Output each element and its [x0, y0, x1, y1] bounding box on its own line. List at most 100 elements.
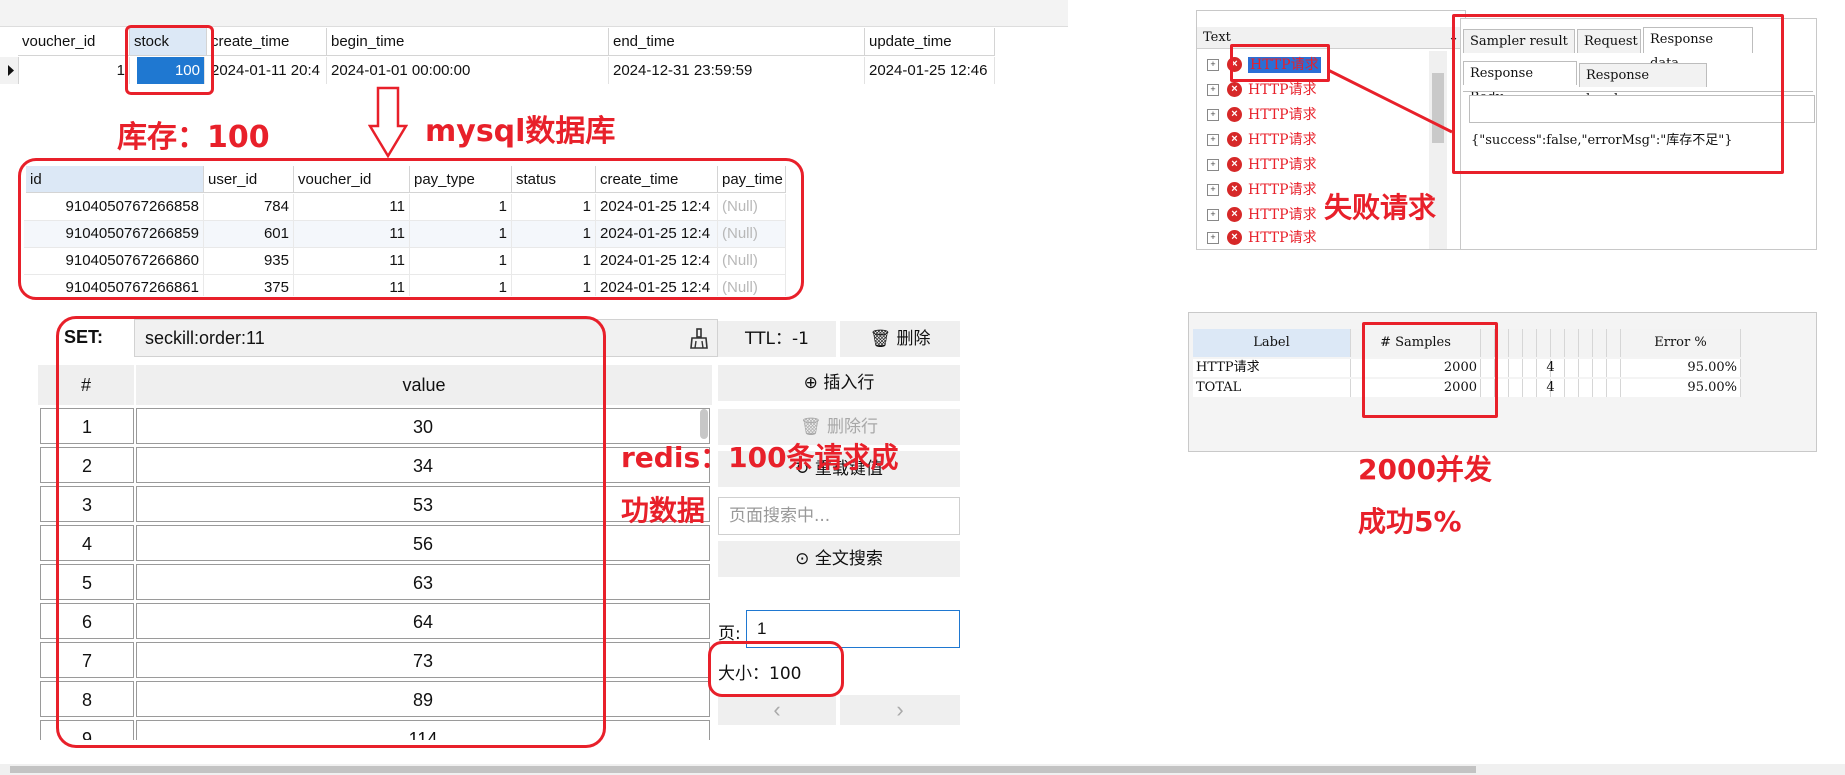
row-samples[interactable]: 2000 [1351, 379, 1481, 397]
cell-status[interactable]: 1 [512, 248, 596, 274]
expand-icon[interactable]: + [1207, 208, 1219, 221]
expand-icon[interactable]: + [1207, 108, 1219, 121]
list-item[interactable]: 8 89 [38, 681, 712, 719]
cell-user-id[interactable]: 935 [204, 248, 294, 274]
col-samples[interactable]: # Samples [1351, 329, 1481, 357]
cell-pay-time[interactable]: (Null) [718, 194, 786, 220]
col-create-time[interactable]: create_time [596, 166, 718, 193]
cell-voucher-id[interactable]: 1 [18, 57, 130, 84]
tree-item-http[interactable]: + × HTTP请求 [1207, 77, 1317, 101]
broom-icon[interactable] [689, 328, 709, 350]
table-row[interactable]: 9104050767266858 784 11 1 1 2024-01-25 1… [24, 194, 786, 221]
row-value[interactable]: 63 [136, 564, 710, 600]
tree-item-http[interactable]: + × HTTP请求 [1207, 177, 1317, 201]
tree-item-http[interactable]: + × HTTP请求 [1207, 102, 1317, 126]
tab-response-body[interactable]: Response Body [1463, 61, 1577, 105]
cell-begin-time[interactable]: 2024-01-01 00:00:00 [327, 57, 609, 84]
table-row[interactable]: 9104050767266861 375 11 1 1 2024-01-25 1… [24, 275, 786, 296]
row-label[interactable]: TOTAL [1193, 379, 1351, 397]
cell-id[interactable]: 9104050767266860 [26, 248, 204, 274]
horizontal-scrollbar[interactable] [0, 764, 1845, 775]
tree-item-http[interactable]: + × HTTP请求 [1207, 202, 1317, 226]
cell-pay-type[interactable]: 1 [410, 221, 512, 247]
response-search-field[interactable] [1469, 95, 1815, 123]
expand-icon[interactable]: + [1207, 58, 1219, 71]
tree-item-http[interactable]: + × HTTP请求 [1207, 52, 1321, 76]
col-collapsed-group[interactable] [1481, 329, 1621, 357]
tab-sampler-result[interactable]: Sampler result [1463, 29, 1575, 53]
list-item[interactable]: 7 73 [38, 642, 712, 680]
list-item[interactable]: 2 34 [38, 447, 712, 485]
delete-key-button[interactable]: 🗑 删除 [840, 321, 960, 357]
row-label[interactable]: HTTP请求 [1193, 359, 1351, 377]
cell-status[interactable]: 1 [512, 275, 596, 296]
col-pay-time[interactable]: pay_time [718, 166, 786, 193]
row-mid[interactable]: 4 [1481, 379, 1621, 397]
scrollbar-thumb[interactable] [10, 766, 1476, 773]
col-create-time[interactable]: create_time [207, 28, 327, 56]
cell-voucher-id[interactable]: 11 [294, 221, 410, 247]
cell-user-id[interactable]: 375 [204, 275, 294, 296]
list-item[interactable]: 9 114 [38, 720, 712, 740]
cell-update-time[interactable]: 2024-01-25 12:46 [865, 57, 995, 84]
fulltext-search-button[interactable]: ⊙ 全文搜索 [718, 541, 960, 577]
cell-create-time[interactable]: 2024-01-11 20:4 [207, 57, 327, 84]
cell-voucher-id[interactable]: 11 [294, 275, 410, 296]
cell-status[interactable]: 1 [512, 194, 596, 220]
table-row[interactable]: 9104050767266860 935 11 1 1 2024-01-25 1… [24, 248, 786, 275]
page-input[interactable]: 1 [746, 610, 960, 648]
col-label[interactable]: Label [1193, 329, 1351, 357]
cell-create-time[interactable]: 2024-01-25 12:4 [596, 275, 718, 296]
cell-id[interactable]: 9104050767266858 [26, 194, 204, 220]
row-value[interactable]: 56 [136, 525, 710, 561]
col-end-time[interactable]: end_time [609, 28, 865, 56]
cell-pay-type[interactable]: 1 [410, 248, 512, 274]
tab-response-data[interactable]: Response data [1643, 27, 1753, 71]
tree-item-http[interactable]: + × HTTP请求 [1207, 152, 1317, 176]
scrollbar-thumb[interactable] [700, 409, 708, 439]
expand-icon[interactable]: + [1207, 133, 1219, 146]
col-voucher-id[interactable]: voucher_id [294, 166, 410, 193]
col-user-id[interactable]: user_id [204, 166, 294, 193]
cell-pay-type[interactable]: 1 [410, 275, 512, 296]
row-value[interactable]: 73 [136, 642, 710, 678]
expand-icon[interactable]: + [1207, 83, 1219, 96]
list-item[interactable]: 1 30 [38, 408, 712, 446]
col-pay-type[interactable]: pay_type [410, 166, 512, 193]
expand-icon[interactable]: + [1207, 231, 1219, 244]
cell-id[interactable]: 9104050767266861 [26, 275, 204, 296]
next-page-button[interactable]: › [840, 695, 960, 725]
row-value[interactable]: 64 [136, 603, 710, 639]
tree-item-http[interactable]: + × HTTP请求 [1207, 225, 1317, 249]
insert-row-button[interactable]: ⊕ 插入行 [718, 365, 960, 401]
cell-stock[interactable]: 100 [137, 57, 205, 84]
row-error[interactable]: 95.00% [1621, 379, 1741, 397]
prev-page-button[interactable]: ‹ [718, 695, 836, 725]
cell-pay-time[interactable]: (Null) [718, 221, 786, 247]
list-item[interactable]: 4 56 [38, 525, 712, 563]
chevron-down-icon[interactable]: ⌄ [1448, 27, 1459, 49]
list-item[interactable]: 6 64 [38, 603, 712, 641]
cell-end-time[interactable]: 2024-12-31 23:59:59 [609, 57, 865, 84]
cell-voucher-id[interactable]: 11 [294, 248, 410, 274]
col-update-time[interactable]: update_time [865, 28, 995, 56]
col-error[interactable]: Error % [1621, 329, 1741, 357]
row-value[interactable]: 114 [136, 720, 710, 740]
key-field[interactable]: seckill:order:11 [134, 319, 718, 357]
row-value[interactable]: 89 [136, 681, 710, 717]
tab-response-headers[interactable]: Response headers [1579, 63, 1707, 107]
row-selector[interactable] [0, 57, 19, 84]
table-row[interactable]: 9104050767266859 601 11 1 1 2024-01-25 1… [24, 221, 786, 248]
cell-pay-time[interactable]: (Null) [718, 275, 786, 296]
page-search-input[interactable]: 页面搜索中... [718, 497, 960, 535]
row-samples[interactable]: 2000 [1351, 359, 1481, 377]
list-item[interactable]: 5 63 [38, 564, 712, 602]
cell-create-time[interactable]: 2024-01-25 12:4 [596, 194, 718, 220]
col-id[interactable]: id [26, 166, 204, 193]
col-status[interactable]: status [512, 166, 596, 193]
cell-voucher-id[interactable]: 11 [294, 194, 410, 220]
cell-pay-type[interactable]: 1 [410, 194, 512, 220]
cell-user-id[interactable]: 601 [204, 221, 294, 247]
expand-icon[interactable]: + [1207, 183, 1219, 196]
col-begin-time[interactable]: begin_time [327, 28, 609, 56]
